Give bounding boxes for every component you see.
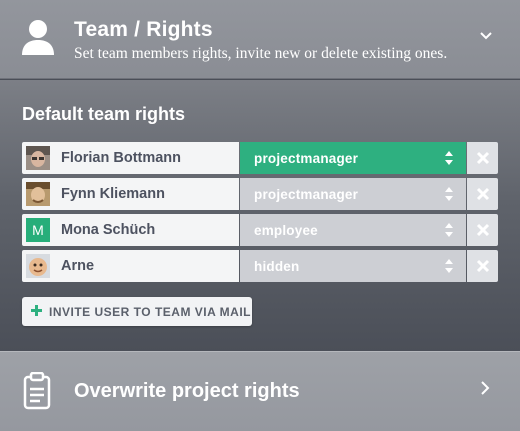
select-arrows-icon — [445, 151, 453, 165]
avatar: M — [26, 218, 50, 242]
page-title: Team / Rights — [74, 18, 213, 41]
role-value: hidden — [254, 259, 300, 274]
remove-member-button[interactable] — [467, 142, 498, 174]
role-value: projectmanager — [254, 187, 359, 202]
avatar — [26, 182, 50, 206]
team-rights-screen: Team / Rights Set team members rights, i… — [0, 0, 520, 431]
member-name: Arne — [61, 258, 95, 274]
role-select[interactable]: hidden — [240, 250, 466, 282]
default-rights-panel: Default team rights Florian Bottmann pro… — [0, 80, 520, 351]
close-icon — [476, 223, 490, 237]
member-row: M Mona Schüch employee — [22, 214, 498, 246]
member-name: Fynn Kliemann — [61, 186, 165, 202]
select-arrows-icon — [445, 187, 453, 201]
select-arrows-icon — [445, 223, 453, 237]
close-icon — [476, 187, 490, 201]
overwrite-project-rights-item[interactable]: Overwrite project rights — [0, 351, 520, 431]
clipboard-icon — [23, 372, 51, 410]
role-value: employee — [254, 223, 318, 238]
remove-member-button[interactable] — [467, 214, 498, 246]
avatar — [26, 254, 50, 278]
close-icon — [476, 259, 490, 273]
invite-user-label: INVITE USER TO TEAM VIA MAIL — [49, 305, 252, 319]
role-select[interactable]: projectmanager — [240, 178, 466, 210]
member-row: Arne hidden — [22, 250, 498, 282]
role-select[interactable]: employee — [240, 214, 466, 246]
overwrite-project-rights-label: Overwrite project rights — [74, 380, 300, 402]
member-cell: Arne — [22, 250, 239, 282]
role-select[interactable]: projectmanager — [240, 142, 466, 174]
section-title: Default team rights — [22, 104, 186, 124]
team-rights-header[interactable]: Team / Rights Set team members rights, i… — [0, 0, 520, 79]
member-cell: Fynn Kliemann — [22, 178, 239, 210]
user-icon — [22, 20, 54, 55]
select-arrows-icon — [445, 259, 453, 273]
page-subtitle: Set team members rights, invite new or d… — [74, 45, 448, 62]
chevron-right-icon — [481, 381, 490, 395]
member-row: Florian Bottmann projectmanager — [22, 142, 498, 174]
remove-member-button[interactable] — [467, 250, 498, 282]
member-name: Florian Bottmann — [61, 150, 182, 166]
invite-user-button[interactable]: INVITE USER TO TEAM VIA MAIL — [22, 297, 252, 326]
member-cell: M Mona Schüch — [22, 214, 239, 246]
plus-icon — [31, 305, 42, 316]
member-cell: Florian Bottmann — [22, 142, 239, 174]
close-icon — [476, 151, 490, 165]
chevron-down-icon[interactable] — [478, 28, 494, 44]
member-row: Fynn Kliemann projectmanager — [22, 178, 498, 210]
remove-member-button[interactable] — [467, 178, 498, 210]
avatar — [26, 146, 50, 170]
member-name: Mona Schüch — [61, 222, 156, 238]
role-value: projectmanager — [254, 151, 359, 166]
